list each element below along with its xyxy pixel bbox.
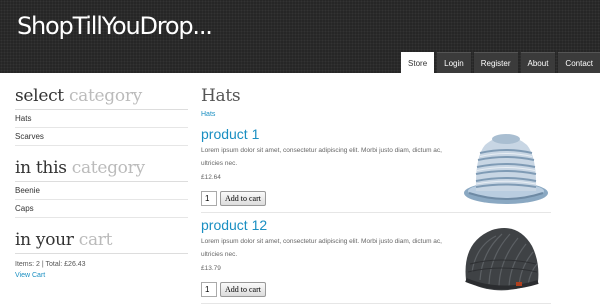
- subcategory-item-caps[interactable]: Caps: [15, 200, 188, 218]
- main-content: Hats Hats product 1 Lorem ipsum dolor si…: [201, 84, 551, 304]
- product-description: Lorem ipsum dolor sit amet, consectetur …: [201, 238, 442, 258]
- product-card: product 12 Lorem ipsum dolor sit amet, c…: [201, 216, 551, 304]
- product-price: £13.79: [201, 265, 221, 272]
- product-price: £12.64: [201, 174, 221, 181]
- quantity-input[interactable]: [201, 282, 217, 297]
- category-item-scarves[interactable]: Scarves: [15, 128, 188, 146]
- subcategory-heading-main: in this: [15, 158, 72, 178]
- category-heading-accent: category: [68, 86, 142, 106]
- category-item-hats[interactable]: Hats: [15, 110, 188, 128]
- site-header: ShopTillYouDrop... Store Login Register …: [0, 0, 600, 73]
- nav-register[interactable]: Register: [473, 52, 518, 73]
- nav-store[interactable]: Store: [401, 52, 435, 73]
- product-title[interactable]: product 12: [201, 216, 267, 234]
- main-nav: Store Login Register About Contact: [398, 52, 600, 73]
- nav-login[interactable]: Login: [437, 52, 471, 73]
- knit-beanie-image[interactable]: [456, 220, 546, 296]
- cart-heading: in your cart: [15, 228, 188, 254]
- product-card: product 1 Lorem ipsum dolor sit amet, co…: [201, 125, 551, 213]
- product-description: Lorem ipsum dolor sit amet, consectetur …: [201, 147, 442, 167]
- category-heading-main: select: [15, 86, 69, 106]
- cart-heading-main: in your: [15, 230, 79, 250]
- category-list: Hats Scarves: [15, 110, 188, 146]
- sidebar: select category Hats Scarves in this cat…: [15, 84, 188, 281]
- breadcrumb[interactable]: Hats: [201, 111, 551, 125]
- product-title[interactable]: product 1: [201, 125, 259, 143]
- quantity-input[interactable]: [201, 191, 217, 206]
- category-heading: select category: [15, 84, 188, 110]
- subcategory-list: Beenie Caps: [15, 182, 188, 218]
- subcategory-heading-accent: category: [71, 158, 145, 178]
- add-to-cart-button[interactable]: Add to cart: [220, 282, 266, 297]
- page-title: Hats: [201, 86, 241, 106]
- cart-summary: Items: 2 | Total: £26.43: [15, 261, 86, 268]
- add-to-cart-button[interactable]: Add to cart: [220, 191, 266, 206]
- site-logo[interactable]: ShopTillYouDrop...: [17, 12, 213, 40]
- nav-about[interactable]: About: [520, 52, 556, 73]
- subcategory-heading: in this category: [15, 156, 188, 182]
- nav-contact[interactable]: Contact: [558, 52, 600, 73]
- striped-bucket-hat-image[interactable]: [461, 127, 551, 205]
- view-cart-link[interactable]: View Cart: [15, 270, 188, 281]
- cart-heading-accent: cart: [78, 230, 113, 250]
- subcategory-item-beenie[interactable]: Beenie: [15, 182, 188, 200]
